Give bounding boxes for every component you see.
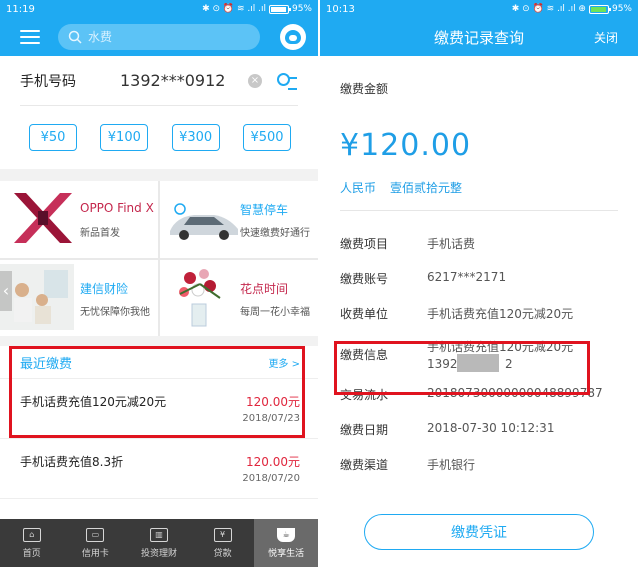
promo-title: 智慧停车 bbox=[240, 203, 289, 217]
promo-parking[interactable]: 智慧停车 快速缴费好通行 bbox=[160, 181, 318, 258]
detail-row-item: 缴费项目 手机话费 bbox=[340, 225, 618, 260]
bottom-navigation: ⌂ 首页 ▭ 信用卡 ▥ 投资理财 ¥ 贷款 ☕ 悦享生活 bbox=[0, 519, 318, 567]
phone-number-field[interactable]: 1392***0912 bbox=[120, 71, 248, 90]
promo-subtitle: 每周一花小幸福 bbox=[240, 307, 310, 318]
contacts-icon[interactable] bbox=[276, 72, 298, 90]
status-icons: ✱ ⊙ ⏰ ≋ .ıl .ıl 95% bbox=[202, 4, 312, 14]
detail-row-payee: 收费单位 手机话费充值120元减20元 bbox=[340, 295, 618, 330]
voucher-button[interactable]: 缴费凭证 bbox=[364, 514, 594, 550]
nav-investment[interactable]: ▥ 投资理财 bbox=[127, 519, 191, 567]
nav-label: 贷款 bbox=[213, 548, 232, 559]
customer-service-avatar-icon[interactable] bbox=[280, 24, 306, 50]
detail-value: 手机银行 bbox=[427, 458, 476, 472]
recent-item-date: 2018/07/20 bbox=[242, 473, 300, 484]
status-glyphs: ✱ ⊙ ⏰ ≋ .ıl .ıl bbox=[202, 4, 266, 14]
nav-label: 首页 bbox=[22, 548, 41, 559]
right-screen: 10:13 ✱ ⊙ ⏰ ≋ .ıl .ıl ⊕ 95% 缴费记录查询 关闭 缴费… bbox=[320, 0, 638, 567]
phone-product-image bbox=[14, 193, 72, 243]
left-screen: 11:19 ✱ ⊙ ⏰ ≋ .ıl .ıl 95% 手机号码 1392***09… bbox=[0, 0, 318, 567]
status-time: 10:13 bbox=[326, 3, 355, 15]
carousel-prev-icon[interactable]: ‹ bbox=[0, 271, 12, 311]
recent-item[interactable]: 手机话费充值8.3折 120.00元 2018/07/20 bbox=[0, 439, 318, 499]
highlight-box bbox=[334, 341, 590, 395]
nav-label: 投资理财 bbox=[140, 548, 177, 559]
promo-grid: OPPO Find X 新品首发 智慧停车 快速缴费好通行 建信财险 无忧保障你… bbox=[0, 181, 318, 336]
promo-insurance[interactable]: 建信财险 无忧保障你我他 bbox=[0, 260, 158, 336]
status-glyphs: ✱ ⊙ ⏰ ≋ .ıl .ıl ⊕ bbox=[511, 4, 586, 14]
nav-life[interactable]: ☕ 悦享生活 bbox=[254, 519, 318, 567]
amount-50-button[interactable]: ¥50 bbox=[29, 124, 77, 151]
flower-bouquet-image bbox=[179, 269, 221, 327]
app-header bbox=[0, 18, 318, 56]
nav-loan[interactable]: ¥ 贷款 bbox=[191, 519, 255, 567]
record-header: 缴费记录查询 关闭 bbox=[320, 18, 638, 56]
status-icons: ✱ ⊙ ⏰ ≋ .ıl .ıl ⊕ 95% bbox=[512, 4, 632, 14]
amount-300-button[interactable]: ¥300 bbox=[171, 124, 220, 151]
promo-oppo[interactable]: OPPO Find X 新品首发 bbox=[0, 181, 158, 258]
amount-label: 缴费金额 bbox=[340, 82, 389, 96]
payment-amount: ¥120.00 bbox=[340, 128, 472, 163]
amount-in-words: 壹佰贰拾元整 bbox=[390, 181, 463, 195]
search-box[interactable] bbox=[58, 24, 260, 50]
phone-number-label: 手机号码 bbox=[20, 73, 76, 90]
detail-value: 2018-07-30 10:12:31 bbox=[427, 421, 555, 435]
chart-icon: ▥ bbox=[149, 527, 168, 542]
promo-subtitle: 新品首发 bbox=[80, 228, 120, 239]
recent-item-name: 手机话费充值8.3折 bbox=[20, 455, 124, 469]
battery-icon bbox=[588, 4, 611, 14]
status-time: 11:19 bbox=[6, 3, 35, 15]
recent-item-amount: 120.00元 bbox=[246, 455, 300, 469]
promo-flowers[interactable]: 花点时间 每周一花小幸福 bbox=[160, 260, 318, 336]
home-icon: ⌂ bbox=[22, 527, 41, 542]
promo-subtitle: 快速缴费好通行 bbox=[240, 228, 310, 239]
amount-100-button[interactable]: ¥100 bbox=[100, 124, 149, 151]
nav-label: 悦享生活 bbox=[268, 548, 305, 559]
detail-value: 手机话费充值120元减20元 bbox=[427, 307, 574, 321]
promo-title: 建信财险 bbox=[80, 282, 129, 296]
amount-options: ¥50 ¥100 ¥300 ¥500 bbox=[20, 106, 298, 151]
amount-500-button[interactable]: ¥500 bbox=[242, 124, 291, 151]
hamburger-menu-icon[interactable] bbox=[20, 30, 40, 44]
record-body: 缴费金额 ¥120.00 人民币 壹佰贰拾元整 缴费项目 手机话费 缴费账号 6… bbox=[320, 80, 638, 481]
credit-card-icon: ▭ bbox=[86, 527, 105, 542]
detail-value: 6217***2171 bbox=[427, 270, 507, 284]
detail-value: 手机话费 bbox=[427, 237, 476, 251]
detail-label: 缴费日期 bbox=[340, 423, 389, 437]
promo-subtitle: 无忧保障你我他 bbox=[80, 307, 150, 318]
status-bar: 10:13 ✱ ⊙ ⏰ ≋ .ıl .ıl ⊕ 95% bbox=[320, 0, 638, 18]
promo-title: 花点时间 bbox=[240, 282, 289, 296]
detail-label: 缴费账号 bbox=[340, 272, 389, 286]
status-bar: 11:19 ✱ ⊙ ⏰ ≋ .ıl .ıl 95% bbox=[0, 0, 318, 18]
detail-label: 收费单位 bbox=[340, 307, 389, 321]
highlight-box bbox=[9, 346, 305, 438]
battery-icon bbox=[268, 4, 291, 14]
detail-label: 缴费项目 bbox=[340, 237, 389, 251]
car-image bbox=[170, 203, 238, 240]
battery-level: 95% bbox=[291, 4, 312, 14]
search-input[interactable] bbox=[88, 30, 238, 44]
detail-row-account: 缴费账号 6217***2171 bbox=[340, 260, 618, 295]
coffee-cup-icon: ☕ bbox=[277, 527, 296, 542]
phone-recharge-card: 手机号码 1392***0912 × ¥50 ¥100 ¥300 ¥500 bbox=[0, 56, 318, 169]
page-title: 缴费记录查询 bbox=[433, 28, 524, 47]
currency-row: 人民币 壹佰贰拾元整 bbox=[340, 179, 618, 196]
detail-row-channel: 缴费渠道 手机银行 bbox=[340, 446, 618, 481]
battery-level: 95% bbox=[611, 4, 632, 14]
currency-label: 人民币 bbox=[340, 181, 377, 195]
phone-number-row: 手机号码 1392***0912 × bbox=[20, 56, 298, 106]
promo-title: OPPO Find X bbox=[80, 201, 154, 215]
yuan-coin-icon: ¥ bbox=[213, 527, 232, 542]
clear-icon[interactable]: × bbox=[248, 73, 262, 88]
nav-label: 信用卡 bbox=[81, 548, 109, 559]
nav-credit-card[interactable]: ▭ 信用卡 bbox=[64, 519, 128, 567]
search-icon bbox=[68, 30, 82, 44]
close-button[interactable]: 关闭 bbox=[594, 29, 618, 46]
detail-label: 缴费渠道 bbox=[340, 458, 389, 472]
detail-row-date: 缴费日期 2018-07-30 10:12:31 bbox=[340, 411, 618, 446]
nav-home[interactable]: ⌂ 首页 bbox=[0, 519, 64, 567]
